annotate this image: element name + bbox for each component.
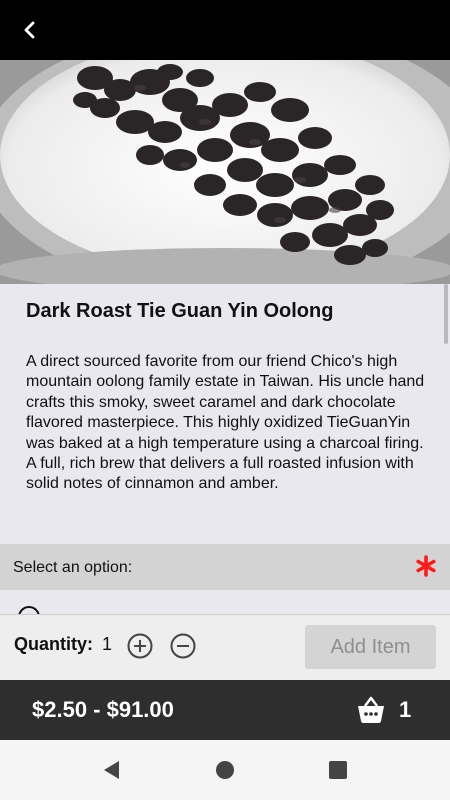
quantity-label: Quantity: [14, 634, 93, 654]
required-asterisk-icon [416, 555, 436, 577]
minus-circle-icon[interactable] [169, 632, 197, 660]
home-circle-icon[interactable] [213, 758, 237, 782]
chevron-left-icon [24, 21, 35, 39]
price-bar: $2.50 - $91.00 1 [0, 680, 450, 740]
price-range: $2.50 - $91.00 [32, 697, 174, 722]
scrollbar[interactable] [444, 284, 448, 344]
cart-count: 1 [399, 697, 412, 722]
plus-circle-icon[interactable] [126, 632, 154, 660]
basket-icon[interactable] [356, 696, 386, 724]
product-title: Dark Roast Tie Guan Yin Oolong [26, 300, 334, 322]
quantity-value: 1 [102, 634, 113, 654]
back-button[interactable] [14, 14, 46, 46]
option-radio[interactable] [18, 606, 40, 614]
top-app-bar [0, 0, 450, 60]
add-item-button[interactable]: Add Item [305, 625, 436, 669]
tea-leaves-photo [0, 60, 450, 284]
option-label: Select an option: [13, 559, 133, 576]
product-image [0, 60, 450, 284]
product-description: A direct sourced favorite from our frien… [26, 353, 425, 493]
quantity-bar: Quantity: 1 Add Item [0, 614, 450, 680]
option-header: Select an option: [0, 544, 450, 590]
system-nav-bar [0, 740, 450, 800]
product-details[interactable]: Dark Roast Tie Guan Yin Oolong A direct … [0, 284, 450, 614]
back-triangle-icon[interactable] [100, 758, 124, 782]
recents-square-icon[interactable] [326, 758, 350, 782]
